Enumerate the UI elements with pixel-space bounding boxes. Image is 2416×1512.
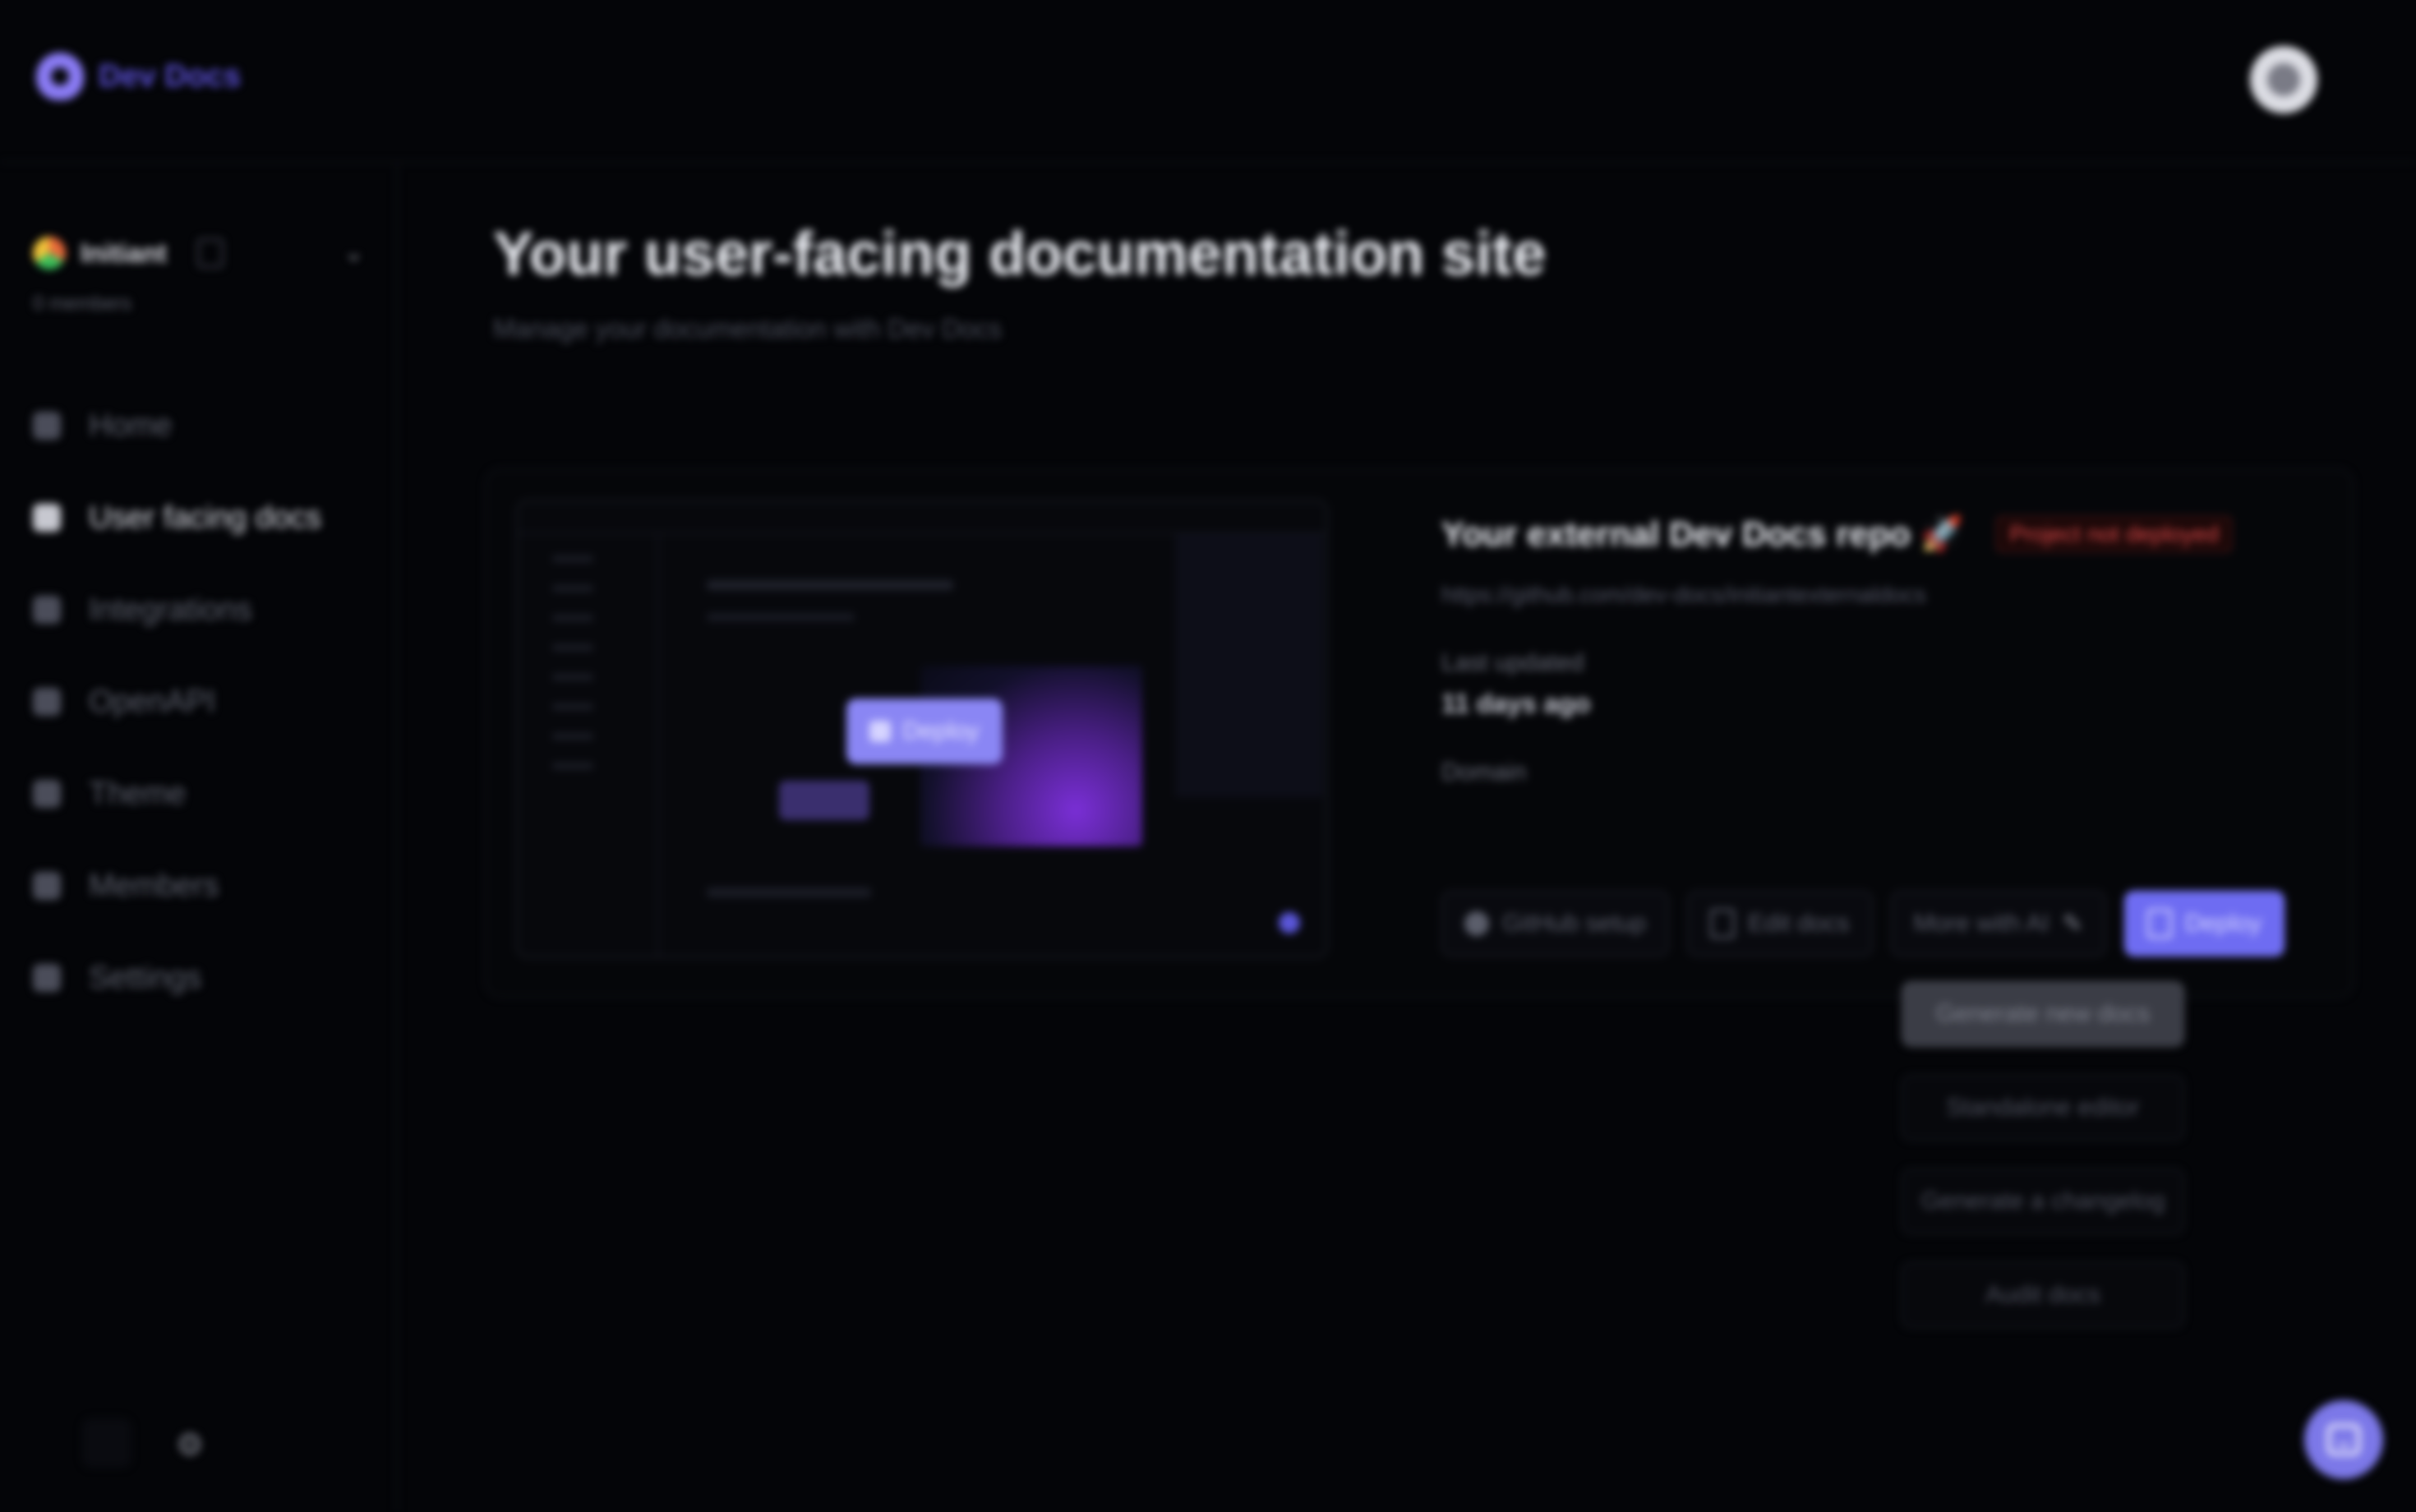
sidebar-nav: Home User facing docs Integrations OpenA… <box>33 380 370 1024</box>
sidebar-item-label: OpenAPI <box>89 684 216 719</box>
edit-docs-label: Edit docs <box>1748 910 1850 937</box>
more-with-ai-menu: Generate new docs Standalone editor Gene… <box>1902 981 2184 1356</box>
sidebar-item-label: User facing docs <box>89 500 322 535</box>
preview-chat-dot <box>1279 912 1300 933</box>
app-root: Dev Docs Initiant ⌄ 0 members Home User … <box>0 0 2416 1512</box>
top-bar: Dev Docs <box>0 0 2416 163</box>
brand-name: Dev Docs <box>99 58 242 94</box>
preview-footer-text <box>707 887 871 897</box>
sidebar-item-integrations[interactable]: Integrations <box>33 564 370 656</box>
card-actions: GitHub setup Edit docs More with AI ✎ De… <box>1441 891 2285 957</box>
status-badge: Project not deployed <box>1996 516 2233 552</box>
repo-title-row: Your external Dev Docs repo 🚀 Project no… <box>1441 500 2329 569</box>
chat-icon <box>2327 1424 2360 1455</box>
org-switcher[interactable]: Initiant ⌄ <box>33 230 364 276</box>
github-icon <box>1464 911 1489 936</box>
preview-heading <box>707 580 953 590</box>
docs-icon <box>33 504 61 532</box>
github-setup-button[interactable]: GitHub setup <box>1441 891 1670 957</box>
repo-title: Your external Dev Docs repo 🚀 <box>1441 514 1964 553</box>
sidebar-item-theme[interactable]: Theme <box>33 748 370 840</box>
menu-item-audit-docs[interactable]: Audit docs <box>1902 1262 2184 1328</box>
rocket-icon: 🚀 <box>1920 514 1964 553</box>
page-title: Your user-facing documentation site <box>493 219 1547 288</box>
brand-logo[interactable]: Dev Docs <box>36 53 241 100</box>
preview-subheading <box>707 613 855 621</box>
user-avatar[interactable] <box>2250 46 2317 113</box>
sidebar-item-user-facing-docs[interactable]: User facing docs <box>33 472 370 564</box>
more-with-ai-button[interactable]: More with AI ✎ <box>1890 891 2106 957</box>
preview-chip <box>779 781 869 820</box>
org-logo-icon <box>33 237 66 270</box>
settings-icon <box>33 964 61 992</box>
sidebar-item-openapi[interactable]: OpenAPI <box>33 656 370 748</box>
sidebar-item-settings[interactable]: Settings <box>33 932 370 1024</box>
deploy-icon <box>869 721 892 742</box>
sidebar-item-label: Integrations <box>89 592 252 627</box>
theme-icon <box>33 780 61 808</box>
sidebar-item-label: Settings <box>89 960 202 995</box>
last-updated-value: 11 days ago <box>1441 689 1591 718</box>
docs-repo-card: Deploy Your external Dev Docs repo 🚀 Pro… <box>485 468 2354 998</box>
integrations-icon <box>33 596 61 624</box>
gear-icon[interactable]: ⚙ <box>176 1427 204 1464</box>
theme-toggle[interactable] <box>82 1418 131 1468</box>
deploy-label: Deploy <box>2184 910 2262 937</box>
sidebar-item-members[interactable]: Members <box>33 840 370 932</box>
sidebar-item-label: Members <box>89 868 219 903</box>
menu-item-generate-changelog[interactable]: Generate a changelog <box>1902 1169 2184 1234</box>
menu-item-generate-new-docs[interactable]: Generate new docs <box>1902 981 2184 1047</box>
avatar-icon <box>2267 63 2300 96</box>
org-members-count: 0 members <box>33 293 132 315</box>
last-updated-label: Last updated <box>1441 649 1584 676</box>
sidebar: Initiant ⌄ 0 members Home User facing do… <box>0 161 398 1512</box>
home-icon <box>33 412 61 440</box>
menu-item-standalone-editor[interactable]: Standalone editor <box>1902 1075 2184 1141</box>
sidebar-item-label: Home <box>89 408 173 443</box>
edit-docs-button[interactable]: Edit docs <box>1687 891 1873 957</box>
more-with-ai-label: More with AI <box>1913 910 2049 937</box>
domain-label: Domain <box>1441 758 1527 786</box>
preview-button-label: Deploy <box>902 717 980 744</box>
sidebar-footer: ⚙ <box>82 1418 345 1468</box>
pencil-icon: ✎ <box>2062 910 2083 938</box>
deploy-icon <box>2146 909 2172 938</box>
openapi-icon <box>33 688 61 716</box>
chat-launcher-button[interactable] <box>2304 1400 2383 1479</box>
docs-site-preview: Deploy <box>516 500 1328 958</box>
file-icon <box>1710 909 1736 938</box>
copy-icon[interactable] <box>197 238 224 268</box>
logo-icon <box>36 53 84 100</box>
repo-info: Your external Dev Docs repo 🚀 Project no… <box>1441 500 2329 786</box>
deploy-button[interactable]: Deploy <box>2123 891 2285 957</box>
sidebar-item-label: Theme <box>89 776 187 811</box>
repo-url-link[interactable]: https://github.com/dev-docs/initiantexte… <box>1441 582 2329 608</box>
preview-topbar <box>518 501 1326 534</box>
chevron-down-icon[interactable]: ⌄ <box>343 238 364 267</box>
preview-sidebar <box>518 532 659 957</box>
preview-deploy-button: Deploy <box>846 698 1003 764</box>
preview-right-panel <box>1175 534 1323 797</box>
github-setup-label: GitHub setup <box>1502 910 1647 937</box>
sidebar-item-home[interactable]: Home <box>33 380 370 472</box>
page-subtitle: Manage your documentation with Dev Docs <box>493 314 1002 343</box>
members-icon <box>33 872 61 900</box>
org-name: Initiant <box>81 237 167 268</box>
